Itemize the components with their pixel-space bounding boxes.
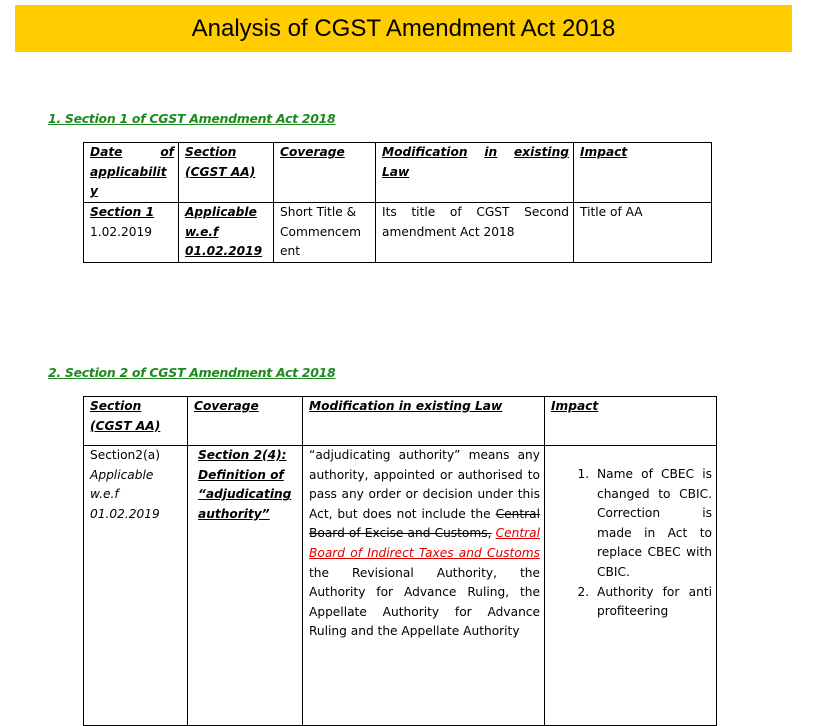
header-impact: Impact [544, 396, 717, 446]
applicable-text: 01.02.2019 [90, 506, 160, 521]
table-header-row: Date of applicabilit y Section (CGST AA)… [83, 142, 712, 203]
section-text: Section2(a) [90, 448, 161, 462]
coverage-text: authority” [198, 506, 270, 521]
header-text: Coverage [280, 145, 345, 159]
date-label: Section 1 [90, 205, 155, 219]
title-banner: Analysis of CGST Amendment Act 2018 [15, 5, 792, 52]
modification-text: the Revisional Authority, the Authority … [309, 565, 540, 639]
cell-impact: Name of CBEC is changed to CBIC. Correct… [544, 445, 717, 726]
header-text: Date [90, 145, 123, 159]
cell-modification: “adjudicating authority” means any autho… [302, 445, 545, 726]
section-text: Applicable [185, 205, 257, 219]
section-1-heading: 1. Section 1 of CGST Amendment Act 2018 [48, 111, 336, 126]
cell-date: Section 1 1.02.2019 [83, 202, 179, 263]
header-text: Coverage [194, 399, 259, 413]
coverage-text: ent [280, 244, 301, 259]
impact-item: Authority for anti profiteering [593, 583, 712, 622]
cell-modification: Its title of CGST Second amendment Act 2… [375, 202, 574, 263]
table-row: Section 1 1.02.2019 Applicable w.e.f 01.… [83, 202, 712, 263]
header-text: y [90, 184, 98, 199]
cell-coverage: Section 2(4): Definition of “adjudicatin… [187, 445, 303, 726]
header-text: (CGST AA) [185, 164, 256, 179]
document-title: Analysis of CGST Amendment Act 2018 [191, 14, 616, 42]
section-2-heading: 2. Section 2 of CGST Amendment Act 2018 [48, 365, 336, 380]
header-text: of [160, 145, 174, 159]
header-text: (CGST AA) [90, 418, 161, 433]
applicable-text: w.e.f [90, 487, 119, 502]
cell-impact: Title of AA [573, 202, 712, 263]
section-text: w.e.f [185, 224, 219, 239]
cell-section: Applicable w.e.f 01.02.2019 [178, 202, 274, 263]
header-text: Law [382, 164, 410, 179]
cell-section: Section2(a) Applicable w.e.f 01.02.2019 [83, 445, 188, 726]
coverage-text: “adjudicating [198, 487, 292, 502]
header-text: Impact [551, 399, 599, 413]
section-1-table: Date of applicabilit y Section (CGST AA)… [83, 142, 712, 263]
section-text: 01.02.2019 [185, 244, 263, 259]
header-impact: Impact [573, 142, 712, 203]
header-text: existing [514, 145, 569, 159]
table-row: Section2(a) Applicable w.e.f 01.02.2019 … [83, 445, 717, 726]
header-section: Section (CGST AA) [178, 142, 274, 203]
header-text: Section [90, 399, 142, 413]
header-text: Section [185, 145, 237, 159]
coverage-text: Definition of [198, 467, 284, 482]
cell-coverage: Short Title & Commencem ent [273, 202, 376, 263]
section-2-table: Section (CGST AA) Coverage Modification … [83, 396, 717, 726]
coverage-text: Section 2(4): [198, 448, 287, 462]
header-text: Modification in existing Law [309, 399, 503, 413]
date-value: 1.02.2019 [90, 224, 153, 239]
header-section: Section (CGST AA) [83, 396, 188, 446]
header-modification: Modification in existing Law [302, 396, 545, 446]
header-coverage: Coverage [187, 396, 303, 446]
impact-item: Name of CBEC is changed to CBIC. Correct… [593, 465, 712, 583]
table-header-row: Section (CGST AA) Coverage Modification … [83, 396, 717, 446]
header-coverage: Coverage [273, 142, 376, 203]
header-text: Modification [382, 145, 468, 159]
header-text: applicabilit [90, 164, 167, 179]
header-text: Impact [580, 145, 628, 159]
header-modification: Modification in existing Law [375, 142, 574, 203]
impact-list: Name of CBEC is changed to CBIC. Correct… [551, 465, 712, 622]
header-text: in [484, 145, 498, 159]
applicable-text: Applicable [90, 467, 154, 482]
coverage-text: Short Title & [280, 205, 357, 219]
header-date-of-applicability: Date of applicabilit y [83, 142, 179, 203]
coverage-text: Commencem [280, 224, 362, 239]
